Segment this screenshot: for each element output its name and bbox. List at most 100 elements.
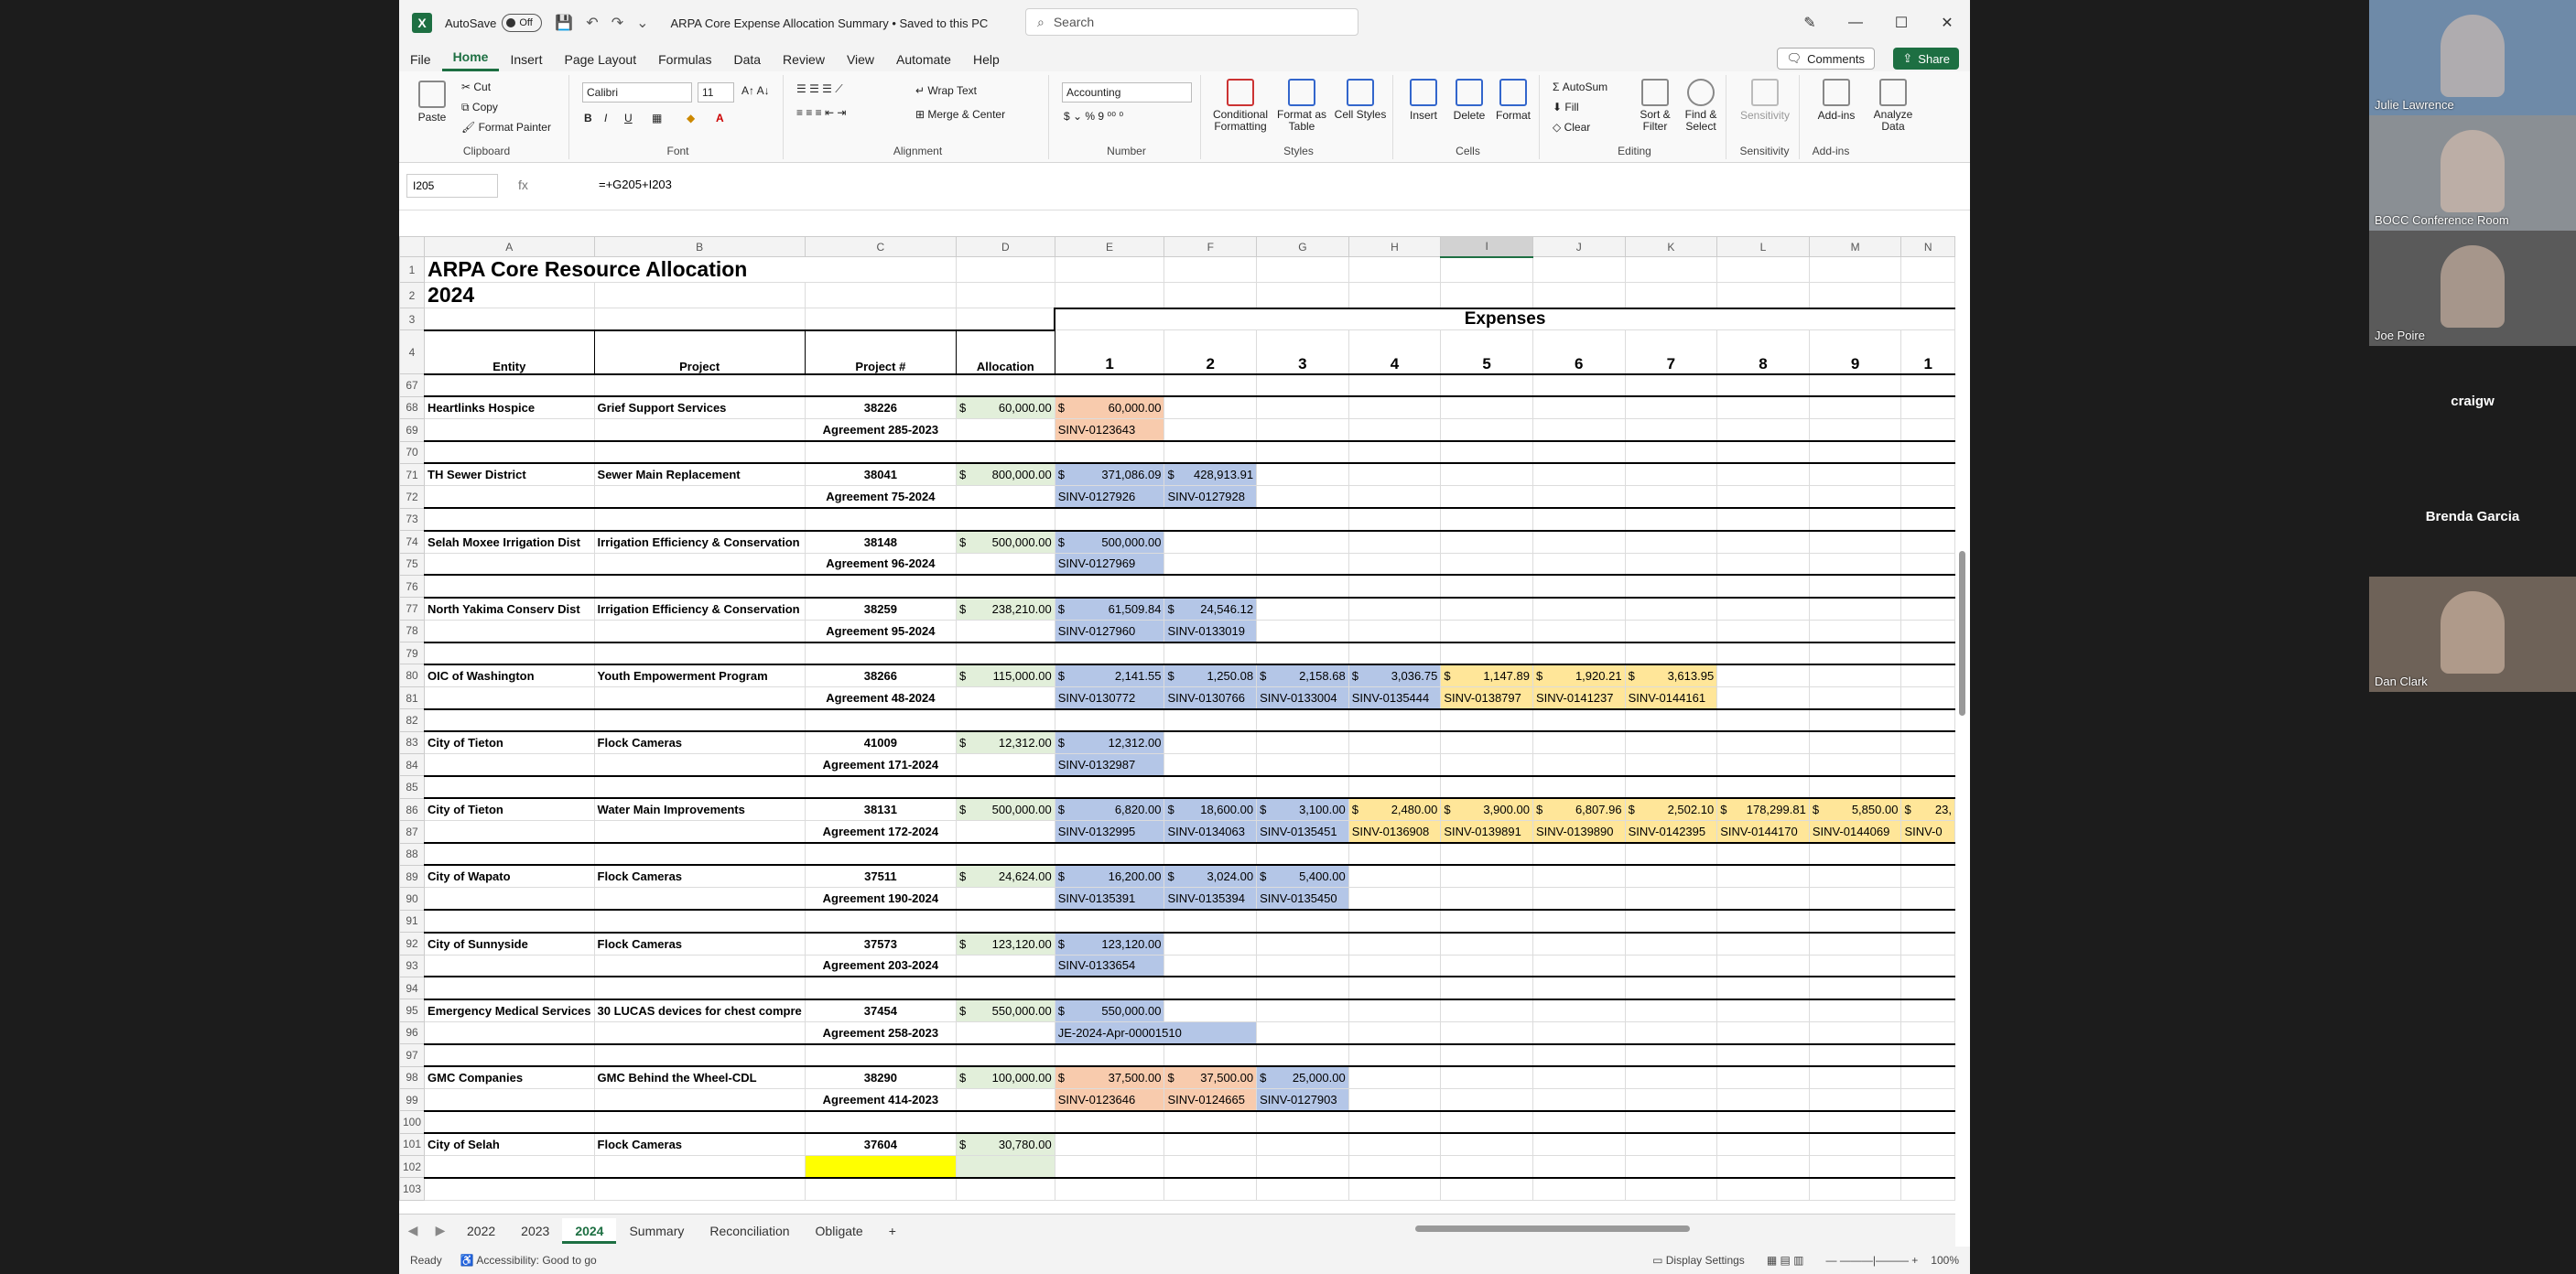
row-header[interactable]: 90	[399, 887, 426, 911]
cell[interactable]	[593, 820, 806, 845]
cell[interactable]	[424, 619, 595, 643]
cell[interactable]	[1256, 462, 1349, 487]
cell[interactable]	[1348, 931, 1442, 956]
cell[interactable]: 38259	[804, 596, 957, 621]
cell[interactable]	[804, 909, 957, 934]
cell[interactable]	[1348, 507, 1442, 532]
cell[interactable]	[1348, 574, 1442, 599]
cell[interactable]	[1624, 864, 1718, 889]
cell[interactable]: Grief Support Services	[593, 395, 806, 420]
column-header[interactable]: J	[1532, 236, 1626, 257]
column-title[interactable]: Entity	[424, 329, 595, 375]
cell[interactable]: $500,000.00	[1054, 529, 1165, 554]
cell[interactable]	[424, 954, 595, 978]
cell[interactable]	[1900, 708, 1955, 732]
cell[interactable]: SINV-0130766	[1164, 686, 1258, 710]
cell[interactable]: 37454	[804, 998, 957, 1022]
cell[interactable]	[1164, 1110, 1258, 1134]
row-header[interactable]: 84	[399, 753, 426, 777]
cell[interactable]	[1808, 753, 1902, 777]
cell[interactable]	[593, 1020, 806, 1045]
cell[interactable]	[1716, 954, 1810, 978]
row-header[interactable]: 1	[399, 256, 426, 283]
tab-review[interactable]: Review	[772, 52, 836, 71]
column-header[interactable]: H	[1348, 236, 1442, 257]
cell[interactable]	[1532, 1177, 1626, 1201]
cell[interactable]	[1624, 418, 1718, 443]
cell[interactable]	[1440, 1087, 1533, 1112]
cell[interactable]	[424, 1155, 595, 1179]
row-header[interactable]: 95	[399, 999, 426, 1022]
cell[interactable]: City of Selah	[424, 1132, 595, 1157]
cell[interactable]: $3,036.75	[1348, 663, 1442, 687]
cell[interactable]	[1624, 1020, 1718, 1045]
cell[interactable]: SINV-0144170	[1716, 820, 1810, 845]
cell[interactable]	[955, 485, 1055, 510]
cell[interactable]	[804, 440, 957, 464]
cell[interactable]	[1164, 909, 1258, 934]
tab-help[interactable]: Help	[962, 52, 1011, 71]
cell[interactable]	[1900, 373, 1955, 397]
cell[interactable]	[1900, 998, 1955, 1022]
cell[interactable]: $6,807.96	[1532, 797, 1626, 822]
cell[interactable]	[1900, 1155, 1955, 1179]
cell[interactable]	[593, 282, 806, 308]
cell[interactable]	[1900, 909, 1955, 934]
cell[interactable]	[1348, 552, 1442, 577]
cell[interactable]	[1808, 1064, 1902, 1089]
zoom-level[interactable]: 100%	[1931, 1254, 1959, 1267]
addins-button[interactable]: Add-ins	[1811, 79, 1862, 122]
expense-number-header[interactable]: 3	[1256, 329, 1349, 375]
cell[interactable]	[1256, 1020, 1349, 1045]
cell[interactable]	[1348, 282, 1442, 308]
cell[interactable]	[1532, 440, 1626, 464]
cell[interactable]	[1624, 256, 1718, 283]
cell[interactable]	[1256, 418, 1349, 443]
cell[interactable]: 41009	[804, 730, 957, 755]
cell[interactable]: SINV-0132995	[1054, 820, 1165, 845]
cell[interactable]	[1256, 775, 1349, 799]
cell[interactable]: Irrigation Efficiency & Conservation	[593, 596, 806, 621]
cell[interactable]	[1808, 552, 1902, 577]
vertical-scrollbar[interactable]	[1957, 240, 1968, 1214]
cell[interactable]	[1624, 574, 1718, 599]
cell[interactable]	[1532, 909, 1626, 934]
cell[interactable]: Agreement 95-2024	[804, 619, 957, 643]
cell[interactable]	[1054, 1177, 1165, 1201]
cell[interactable]	[1532, 1110, 1626, 1134]
cell[interactable]	[1164, 931, 1258, 956]
participant-tile[interactable]: Joe Poire	[2369, 231, 2576, 346]
cell[interactable]	[1532, 282, 1626, 308]
cell[interactable]: Emergency Medical Services	[424, 998, 595, 1022]
cell[interactable]	[1716, 663, 1810, 687]
cell[interactable]	[1808, 775, 1902, 799]
cell[interactable]	[424, 842, 595, 866]
font-name-select[interactable]: Calibri	[582, 82, 692, 103]
cell[interactable]	[1164, 282, 1258, 308]
cell[interactable]	[1624, 1110, 1718, 1134]
cell[interactable]	[1256, 1155, 1349, 1179]
cell[interactable]	[1900, 485, 1955, 510]
participant-tile[interactable]: craigw	[2369, 346, 2576, 461]
cell[interactable]	[1900, 954, 1955, 978]
column-header[interactable]: K	[1624, 236, 1718, 257]
cell[interactable]	[1716, 909, 1810, 934]
cell[interactable]	[1624, 842, 1718, 866]
cell[interactable]	[1440, 954, 1533, 978]
autosum-button[interactable]: Σ AutoSum	[1553, 81, 1607, 93]
cell[interactable]	[1440, 418, 1533, 443]
cell[interactable]	[1348, 753, 1442, 777]
cell[interactable]	[955, 820, 1055, 845]
cell[interactable]: Flock Cameras	[593, 730, 806, 755]
participant-tile[interactable]: Julie Lawrence	[2369, 0, 2576, 115]
cell[interactable]	[1808, 485, 1902, 510]
cell[interactable]	[1256, 440, 1349, 464]
comments-button[interactable]: 🗨 Comments	[1776, 48, 1875, 70]
cell[interactable]	[1716, 440, 1810, 464]
cell[interactable]	[1164, 954, 1258, 978]
cell[interactable]	[593, 686, 806, 710]
cell[interactable]	[1808, 462, 1902, 487]
share-button[interactable]: ⇪ Share	[1893, 48, 1959, 70]
cell[interactable]	[1900, 529, 1955, 554]
expense-number-header[interactable]: 6	[1532, 329, 1626, 375]
